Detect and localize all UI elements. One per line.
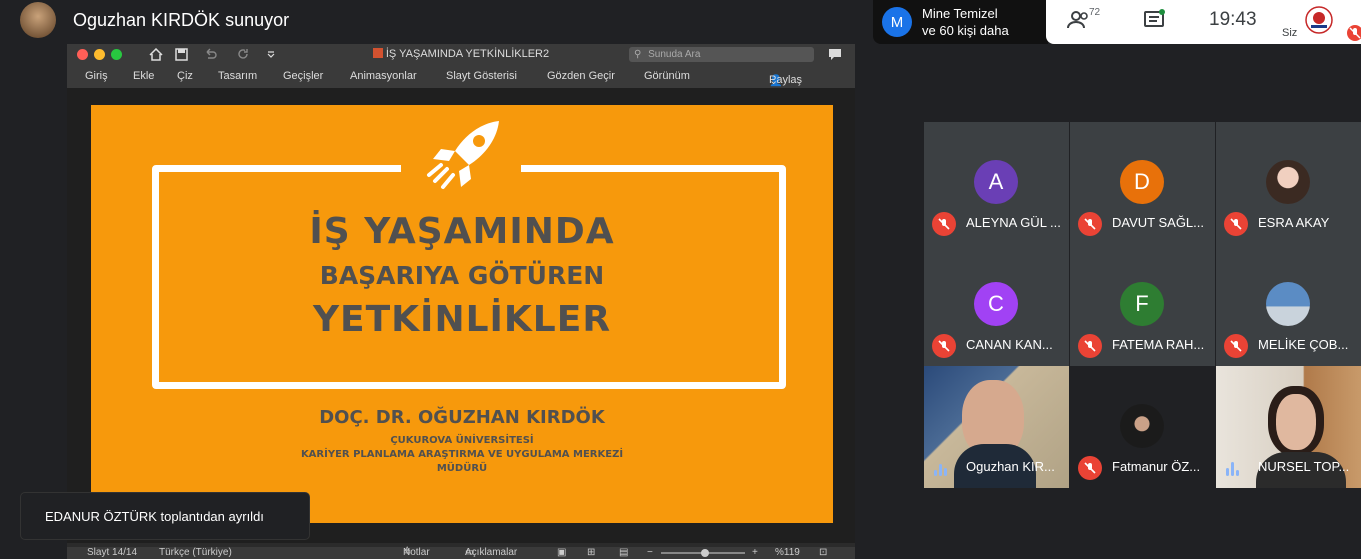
- slide-canvas: İŞ YAŞAMINDA BAŞARIYA GÖTÜREN YETKİNLİKL…: [67, 88, 855, 543]
- mic-muted-icon: [1224, 212, 1248, 236]
- mic-muted-icon: [932, 334, 956, 358]
- slide-sorter-icon[interactable]: ⊞: [587, 547, 595, 558]
- avatar: A: [974, 160, 1018, 204]
- mic-muted-icon: [1078, 334, 1102, 358]
- people-count: 72: [1089, 7, 1101, 18]
- notification-toast: EDANUR ÖZTÜRK toplantıdan ayrıldı: [21, 493, 309, 539]
- slide-title-line2: BAŞARIYA GÖTÜREN: [319, 261, 605, 290]
- participant-tile[interactable]: D DAVUT SAĞL...: [1070, 122, 1215, 244]
- avatar: F: [1120, 282, 1164, 326]
- participant-tile[interactable]: Fatmanur ÖZ...: [1070, 366, 1215, 488]
- chat-icon: [1144, 9, 1165, 27]
- avatar: [1266, 160, 1310, 204]
- slide-author: DOÇ. DR. OĞUZHAN KIRDÖK: [319, 407, 605, 428]
- comment-icon[interactable]: [827, 47, 843, 62]
- participant-name: Oguzhan KIR...: [966, 459, 1055, 474]
- tab-slayt-gosterisi[interactable]: Slayt Gösterisi: [446, 70, 517, 82]
- slide-counter: Slayt 14/14: [87, 547, 138, 558]
- slide-org-line3: MÜDÜRÜ: [436, 463, 488, 474]
- mic-muted-icon: [932, 212, 956, 236]
- chat-button[interactable]: [1143, 0, 1167, 40]
- participant-tile[interactable]: C CANAN KAN...: [924, 244, 1069, 366]
- participant-name: MELİKE ÇOB...: [1258, 337, 1349, 352]
- speaking-indicator-icon: [1226, 460, 1244, 476]
- clock-text: 19:43: [1209, 9, 1257, 30]
- participant-others-count: ve 60 kişi daha: [922, 23, 1009, 38]
- meeting-topbar: 72 19:43 Siz: [1046, 0, 1361, 44]
- self-label: Siz: [1282, 27, 1298, 39]
- slide-title-line3: YETKİNLİKLER: [312, 299, 612, 340]
- tab-gozden-gecir[interactable]: Gözden Geçir: [547, 70, 615, 82]
- avatar: [1266, 282, 1310, 326]
- participant-tile[interactable]: A ALEYNA GÜL ...: [924, 122, 1069, 244]
- zoom-in-icon[interactable]: +: [752, 547, 758, 558]
- tab-gorunum[interactable]: Görünüm: [644, 70, 690, 82]
- participant-name: CANAN KAN...: [966, 337, 1053, 352]
- rocket-icon: [427, 121, 499, 189]
- tab-ekle[interactable]: Ekle: [133, 70, 154, 82]
- zoom-level: %119: [775, 547, 800, 558]
- normal-view-icon[interactable]: ▣: [557, 547, 566, 558]
- reading-view-icon[interactable]: ▤: [619, 547, 628, 558]
- mic-muted-icon: [1078, 456, 1102, 480]
- people-button[interactable]: [1066, 0, 1092, 40]
- participant-name: NURSEL TOP...: [1258, 459, 1350, 474]
- participant-name: FATEMA RAH...: [1112, 337, 1205, 352]
- presenter-label: Oguzhan KIRDÖK sunuyor: [73, 9, 290, 30]
- participants-summary[interactable]: M Mine Temizel ve 60 kişi daha: [873, 0, 1048, 44]
- avatar: C: [974, 282, 1018, 326]
- chevron-down-icon: ⌄: [769, 75, 779, 87]
- participant-video-face: [1276, 394, 1316, 450]
- window-titlebar: İŞ YAŞAMINDA YETKİNLİKLER2 ⚲ Sunuda Ara: [67, 44, 855, 66]
- tab-ciz[interactable]: Çiz: [177, 70, 193, 82]
- self-avatar[interactable]: [1304, 0, 1334, 40]
- participant-grid: A ALEYNA GÜL ... D DAVUT SAĞL... ESRA AK…: [924, 122, 1361, 488]
- speaking-indicator-icon: [934, 460, 952, 476]
- participant-name: Mine Temizel: [922, 6, 998, 21]
- avatar: [1120, 404, 1164, 448]
- presenter-bar: Oguzhan KIRDÖK sunuyor: [20, 2, 289, 38]
- self-mic-muted-icon: [1347, 25, 1361, 41]
- status-bar: Slayt 14/14 Türkçe (Türkiye) ≜ Notlar ▭ …: [67, 547, 855, 559]
- tab-tasarim[interactable]: Tasarım: [218, 70, 257, 82]
- tab-animasyonlar[interactable]: Animasyonlar: [350, 70, 417, 82]
- participants-summary-text: Mine Temizel ve 60 kişi daha: [922, 5, 1009, 39]
- participant-video-tile[interactable]: Oguzhan KIR...: [924, 366, 1069, 488]
- slide: İŞ YAŞAMINDA BAŞARIYA GÖTÜREN YETKİNLİKL…: [91, 105, 833, 523]
- participant-tile[interactable]: MELİKE ÇOB...: [1216, 244, 1361, 366]
- search-input[interactable]: ⚲ Sunuda Ara: [629, 47, 814, 62]
- participant-name: Fatmanur ÖZ...: [1112, 459, 1201, 474]
- participant-tile[interactable]: ESRA AKAY: [1216, 122, 1361, 244]
- slide-org-line2: KARİYER PLANLAMA ARAŞTIRMA VE UYGULAMA M…: [300, 449, 624, 460]
- fit-to-window-icon[interactable]: ⊡: [819, 547, 827, 558]
- mic-muted-icon: [1078, 212, 1102, 236]
- slide-title-line1: İŞ YAŞAMINDA: [309, 211, 615, 252]
- mic-muted-icon: [1224, 334, 1248, 358]
- zoom-out-icon[interactable]: −: [647, 547, 653, 558]
- participant-video-tile[interactable]: NURSEL TOP...: [1216, 366, 1361, 488]
- participant-tile[interactable]: F FATEMA RAH...: [1070, 244, 1215, 366]
- slide-org-line1: ÇUKUROVA ÜNİVERSİTESİ: [390, 435, 534, 446]
- tab-giris[interactable]: Giriş: [85, 70, 108, 82]
- participant-name: DAVUT SAĞL...: [1112, 215, 1204, 230]
- ribbon-tabs: Giriş Ekle Çiz Tasarım Geçişler Animasyo…: [67, 66, 855, 99]
- participant-name: ALEYNA GÜL ...: [966, 215, 1061, 230]
- language-status[interactable]: Türkçe (Türkiye): [159, 547, 232, 558]
- participant-name: ESRA AKAY: [1258, 215, 1330, 230]
- zoom-slider-handle[interactable]: [701, 549, 709, 557]
- tab-gecisler[interactable]: Geçişler: [283, 70, 323, 82]
- avatar: M: [882, 7, 912, 37]
- notification-text: EDANUR ÖZTÜRK toplantıdan ayrıldı: [45, 508, 264, 524]
- powerpoint-file-icon: [372, 48, 383, 58]
- institution-logo-icon: [1305, 6, 1333, 34]
- search-icon: ⚲: [634, 49, 642, 60]
- shared-screen: İŞ YAŞAMINDA YETKİNLİKLER2 ⚲ Sunuda Ara …: [67, 44, 855, 559]
- presenter-avatar: [20, 2, 56, 38]
- avatar: D: [1120, 160, 1164, 204]
- clock: 19:43: [1209, 0, 1257, 40]
